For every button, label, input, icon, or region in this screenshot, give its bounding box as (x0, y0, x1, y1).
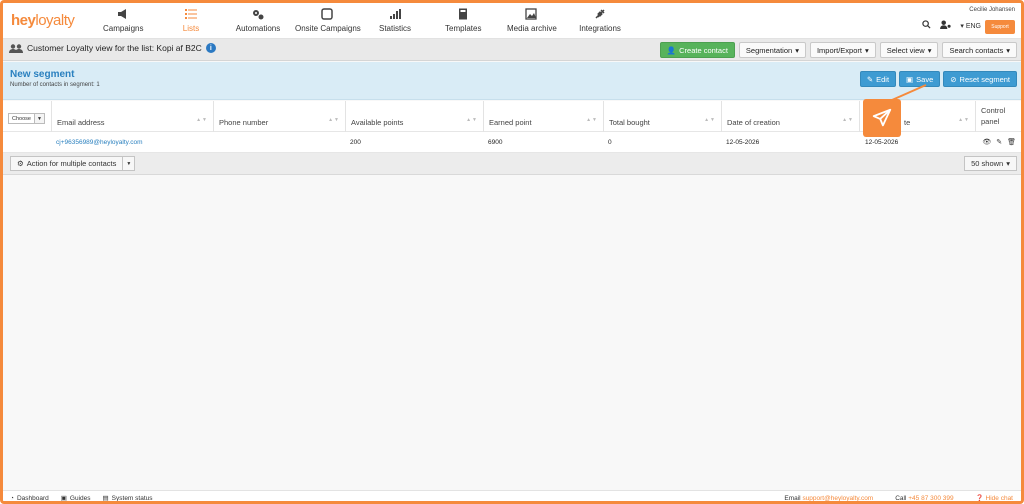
status-bar: ◔ Dashboard ▣ Guides ▤ System status Email … (3, 490, 1021, 502)
cell-earned-point: 6900 (488, 139, 503, 146)
support-phone: Call +45 87 300 399 (895, 494, 954, 502)
page-size-dropdown[interactable]: 50 shown ▾ (964, 156, 1017, 171)
info-icon[interactable]: i (205, 43, 216, 53)
multi-action-dropdown[interactable]: ⚙ Action for multiple contacts ▼ (10, 156, 136, 171)
column-earned-point[interactable]: Earned point ▲▼ (483, 101, 603, 132)
header-tools: ▾ ENG (922, 20, 981, 31)
column-date-of-creation[interactable]: Date of creation ▲▼ (721, 101, 859, 132)
eye-icon[interactable]: 👁 (982, 138, 991, 146)
cell-email[interactable]: cj+96356989@heyloyalty.com (56, 139, 143, 146)
window-icon (321, 8, 333, 20)
list-view-bar: Customer Loyalty view for the list: Kopi… (3, 39, 1021, 61)
sort-icon[interactable]: ▲▼ (842, 117, 854, 123)
caret-down-icon: ▾ (795, 45, 799, 55)
hide-chat-button[interactable]: ❓ Hide chat (975, 494, 1013, 502)
column-available-points[interactable]: Available points ▲▼ (345, 101, 483, 132)
template-icon (459, 8, 467, 20)
sort-icon[interactable]: ▲▼ (958, 117, 970, 123)
caret-down-icon: ▾ (864, 45, 869, 55)
help-icon: ❓ (975, 495, 984, 502)
trash-icon[interactable]: 🗑 (1007, 138, 1016, 146)
column-email[interactable]: Email address ▲▼ (51, 101, 213, 132)
gear-icon: ⚙ (17, 159, 24, 168)
nav-lists[interactable]: Lists (179, 8, 203, 36)
support-email: Email support@heyloyalty.com (784, 494, 874, 502)
nav-campaigns[interactable]: Campaigns (103, 8, 143, 36)
segment-actions: ✎ Edit ▣ Save ⊘ Reset segment (859, 71, 1017, 87)
column-phone[interactable]: Phone number ▲▼ (213, 101, 345, 132)
gears-icon (253, 10, 264, 20)
view-actions: 👤 Create contact Segmentation ▾ Import/Exp… (659, 42, 1017, 58)
search-contacts-button[interactable]: Search contacts ▾ (942, 42, 1017, 58)
image-icon: ▤ (102, 495, 109, 502)
column-total-bought[interactable]: Total bought ▲▼ (603, 101, 721, 132)
status-links: ◔ Dashboard ▣ Guides ▤ System status (10, 494, 153, 502)
nav-integrations[interactable]: Integrations (579, 8, 621, 36)
caret-down-icon: ▾ (1006, 45, 1010, 55)
row-controls: 👁 ✎ 🗑 (982, 138, 1016, 146)
select-view-button[interactable]: Select view ▾ (879, 42, 939, 58)
language-selector[interactable]: ▾ ENG (960, 22, 981, 30)
contact-info: Email support@heyloyalty.com Call +45 87… (784, 494, 1013, 502)
column-control-panel: Control panel (975, 101, 1021, 132)
caret-down-icon: ▾ (1006, 159, 1010, 168)
create-contact-button[interactable]: 👤 Create contact (659, 42, 735, 58)
caret-down-icon[interactable]: ▼ (123, 156, 136, 171)
top-navigation: heyloyalty Campaigns Lists Automations O… (3, 3, 1021, 39)
pencil-icon: ✎ (866, 74, 874, 84)
guides-link[interactable]: ▣ Guides (60, 494, 91, 502)
user-name[interactable]: Cecilie Johansen (969, 7, 1015, 13)
send-arrow-icon (872, 108, 892, 127)
sort-icon[interactable]: ▲▼ (466, 117, 478, 123)
nav-templates[interactable]: Templates (445, 8, 481, 36)
bar-chart-icon (390, 9, 401, 19)
cell-date-updated: 12-05-2026 (865, 139, 899, 146)
sort-icon[interactable]: ▲▼ (586, 117, 598, 123)
choose-dropdown[interactable]: Choose ▼ (8, 113, 45, 124)
view-title: Customer Loyalty view for the list: Kopi… (9, 43, 216, 53)
caret-down-icon: ▼ (34, 113, 45, 124)
reset-segment-button[interactable]: ⊘ Reset segment (943, 71, 1017, 87)
pointer-highlight-badge (863, 99, 901, 137)
search-icon[interactable] (922, 20, 931, 31)
table-toolbar: ⚙ Action for multiple contacts ▼ 50 shown… (3, 153, 1021, 175)
segment-title: New segment (10, 69, 75, 80)
dashboard-link[interactable]: ◔ Dashboard (10, 495, 49, 502)
cell-total-bought: 0 (608, 139, 612, 146)
segment-panel: New segment Number of contacts in segmen… (3, 62, 1021, 100)
users-icon (9, 43, 23, 53)
sort-icon[interactable]: ▲▼ (196, 117, 208, 123)
app-window: heyloyalty Campaigns Lists Automations O… (0, 0, 1024, 504)
image-icon (525, 8, 537, 20)
chat-icon: ▣ (60, 495, 67, 502)
megaphone-icon (118, 9, 126, 19)
segment-count: Number of contacts in segment: 1 (10, 82, 100, 88)
system-status-link[interactable]: ▤ System status (102, 494, 153, 502)
plug-icon (595, 9, 605, 19)
user-plus-icon: 👤 (666, 45, 677, 55)
pencil-icon[interactable]: ✎ (996, 138, 1002, 146)
user-settings-icon[interactable] (940, 20, 951, 31)
dashboard-icon: ◔ (10, 494, 14, 502)
sort-icon[interactable]: ▲▼ (704, 117, 716, 123)
cell-date-of-creation: 12-05-2026 (726, 139, 760, 146)
caret-down-icon: ▾ (927, 45, 932, 55)
nav-automations[interactable]: Automations (235, 8, 281, 36)
segmentation-button[interactable]: Segmentation ▾ (738, 42, 806, 58)
logo[interactable]: heyloyalty (11, 12, 75, 29)
support-button[interactable]: Support (985, 20, 1015, 34)
cell-available-points: 200 (350, 139, 361, 146)
nav-onsite-campaigns[interactable]: Onsite Campaigns (295, 8, 361, 36)
nav-media-archive[interactable]: Media archive (507, 8, 557, 36)
list-icon (185, 9, 197, 19)
ban-icon: ⊘ (950, 74, 957, 84)
import-export-button[interactable]: Import/Export ▾ (809, 42, 876, 58)
nav-statistics[interactable]: Statistics (379, 8, 411, 36)
sort-icon[interactable]: ▲▼ (328, 117, 340, 123)
